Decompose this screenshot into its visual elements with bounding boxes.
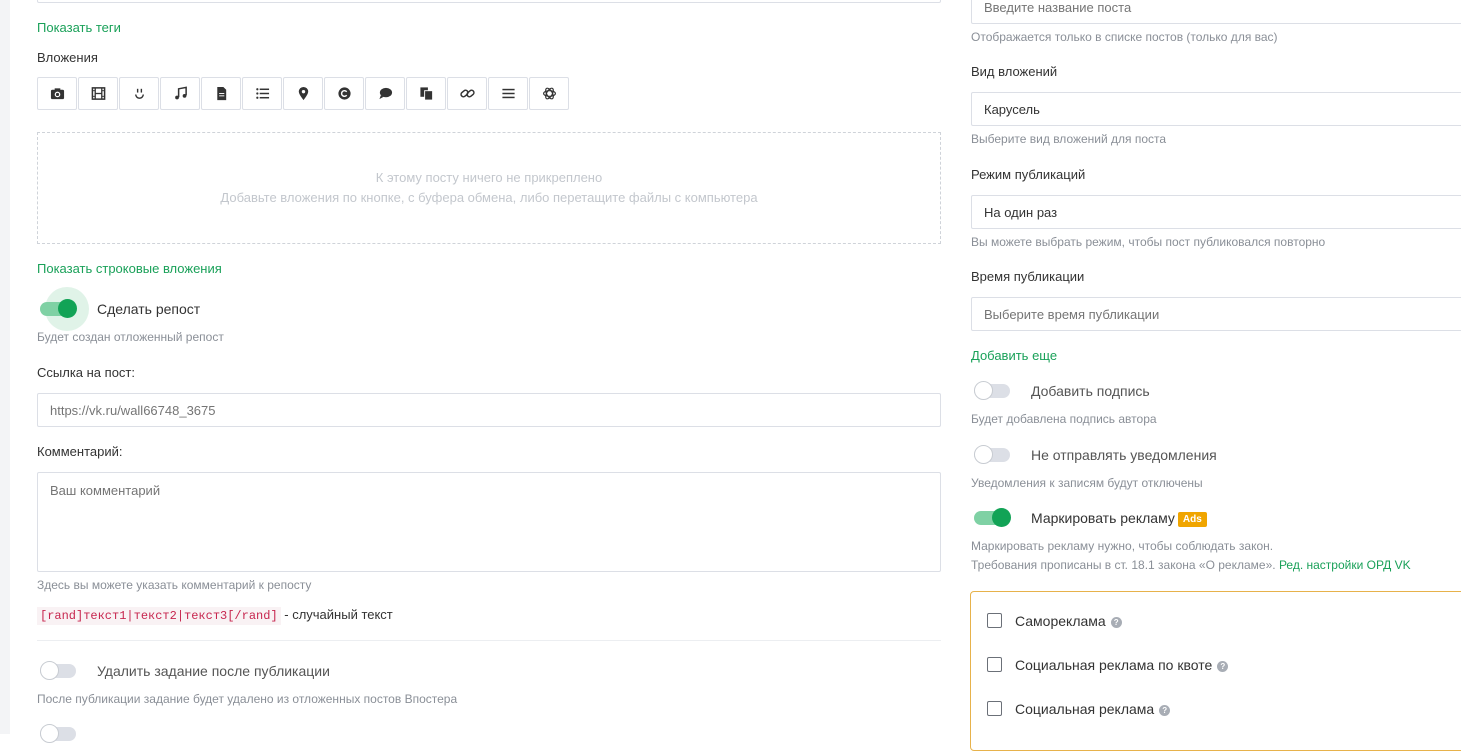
ad-hint-law: Требования прописаны в ст. 18.1 закона «… <box>971 558 1276 572</box>
pub-mode-hint: Вы можете выбрать режим, чтобы пост публ… <box>971 235 1326 249</box>
question-icon[interactable]: ? <box>1110 616 1122 628</box>
attachments-dropzone[interactable]: К этому посту ничего не прикреплено Доба… <box>37 132 941 244</box>
music-icon <box>174 86 187 100</box>
repost-toggle-knob <box>58 299 77 318</box>
attach-view-hint: Выберите вид вложений для поста <box>971 132 1167 146</box>
comment-icon <box>378 87 392 100</box>
sticker-button[interactable] <box>119 77 159 110</box>
dropzone-instructions: Добавьте вложения по кнопке, с буфера об… <box>220 190 758 205</box>
post-link-input[interactable] <box>37 393 941 427</box>
delete-toggle-knob <box>40 661 59 680</box>
section-divider <box>37 640 941 641</box>
question-icon[interactable]: ? <box>1159 704 1171 716</box>
location-pin-icon <box>298 86 308 101</box>
no-notify-toggle[interactable] <box>974 445 1010 464</box>
ad-hint-line2: Требования прописаны в ст. 18.1 закона «… <box>971 558 1411 572</box>
pub-time-label: Время публикации <box>971 269 1085 284</box>
ads-badge: Ads <box>1177 511 1207 527</box>
ad-hint-line1: Маркировать рекламу нужно, чтобы соблюда… <box>971 539 1274 553</box>
social-quota-checkbox[interactable] <box>987 657 1002 672</box>
link-icon <box>459 89 475 98</box>
self-ad-label: Самореклама <box>1015 613 1106 629</box>
comment-label: Комментарий: <box>37 444 123 459</box>
question-icon[interactable]: ? <box>1217 660 1229 672</box>
ord-settings-link[interactable]: Ред. настройки ОРД VK <box>1279 558 1411 572</box>
delete-hint: После публикации задание будет удалено и… <box>37 692 458 706</box>
repost-toggle-label: Сделать репост <box>97 301 201 317</box>
post-name-hint: Отображается только в списке постов (тол… <box>971 30 1278 44</box>
sticker-icon <box>134 88 144 99</box>
post-link-label: Ссылка на пост: <box>37 365 135 380</box>
delete-after-publish-toggle[interactable] <box>40 661 76 680</box>
attachments-toolbar <box>37 77 570 110</box>
comment-textarea[interactable] <box>37 472 941 572</box>
camera-button[interactable] <box>37 77 77 110</box>
pub-mode-value: На один раз <box>984 204 1058 220</box>
ad-mark-toggle-row: Маркировать рекламу Ads <box>1031 510 1207 527</box>
ai-button[interactable] <box>529 77 569 110</box>
social-quota-row: Социальная реклама по квоте? <box>1015 657 1229 673</box>
location-button[interactable] <box>283 77 323 110</box>
social-ad-row: Социальная реклама? <box>1015 701 1171 717</box>
pub-time-input[interactable] <box>971 297 1461 331</box>
show-tags-link[interactable]: Показать теги <box>37 20 121 35</box>
rand-syntax-help: [rand]текст1|текст2|текст3[/rand] - случ… <box>37 607 393 625</box>
pub-mode-label: Режим публикаций <box>971 167 1086 182</box>
no-notify-hint: Уведомления к записям будут отключены <box>971 476 1203 490</box>
ad-mark-toggle-knob <box>992 508 1011 527</box>
attach-view-select[interactable]: Карусель <box>971 92 1461 126</box>
film-icon <box>91 87 105 100</box>
social-ad-checkbox[interactable] <box>987 701 1002 716</box>
copyright-button[interactable] <box>324 77 364 110</box>
self-ad-row: Самореклама? <box>1015 613 1122 629</box>
comment-button[interactable] <box>365 77 405 110</box>
repost-hint: Будет создан отложенный репост <box>37 330 224 344</box>
delete-toggle-label: Удалить задание после публикации <box>97 663 330 679</box>
ad-mark-toggle[interactable] <box>974 508 1011 527</box>
video-button[interactable] <box>78 77 118 110</box>
signature-toggle-label: Добавить подпись <box>1031 383 1150 399</box>
signature-toggle[interactable] <box>974 381 1010 400</box>
rand-code: [rand]текст1|текст2|текст3[/rand] <box>37 607 281 625</box>
ad-mark-toggle-label: Маркировать рекламу <box>1031 510 1175 526</box>
top-editor-edge <box>37 0 941 3</box>
left-rail <box>0 0 10 734</box>
rand-description: - случайный текст <box>280 607 393 622</box>
files-button[interactable] <box>406 77 446 110</box>
add-more-link[interactable]: Добавить еще <box>971 348 1057 363</box>
social-quota-label: Социальная реклама по квоте <box>1015 657 1213 673</box>
signature-toggle-knob <box>974 381 993 400</box>
attach-view-label: Вид вложений <box>971 64 1058 79</box>
attachments-label: Вложения <box>37 50 98 65</box>
pub-mode-select[interactable]: На один раз <box>971 195 1461 229</box>
document-button[interactable] <box>201 77 241 110</box>
social-ad-label: Социальная реклама <box>1015 701 1155 717</box>
link-button[interactable] <box>447 77 487 110</box>
list-icon <box>255 88 269 99</box>
self-ad-checkbox[interactable] <box>987 613 1002 628</box>
menu-lines-icon <box>501 88 515 99</box>
text-lines-button[interactable] <box>488 77 528 110</box>
dropzone-empty-text: К этому посту ничего не прикреплено <box>375 170 603 185</box>
document-icon <box>216 86 226 101</box>
camera-icon <box>50 88 64 100</box>
no-notify-toggle-knob <box>974 445 993 464</box>
no-notify-toggle-label: Не отправлять уведомления <box>1031 447 1217 463</box>
comment-hint: Здесь вы можете указать комментарий к ре… <box>37 578 312 592</box>
files-icon <box>419 87 433 101</box>
repost-toggle[interactable] <box>40 299 77 318</box>
poll-button[interactable] <box>242 77 282 110</box>
next-toggle-partial[interactable] <box>40 724 76 743</box>
music-button[interactable] <box>160 77 200 110</box>
attach-view-value: Карусель <box>984 101 1040 117</box>
show-inline-attachments-link[interactable]: Показать строковые вложения <box>37 261 222 276</box>
signature-hint: Будет добавлена подпись автора <box>971 412 1157 426</box>
copyright-icon <box>337 87 351 100</box>
post-name-input[interactable] <box>971 0 1461 24</box>
openai-icon <box>542 87 556 100</box>
